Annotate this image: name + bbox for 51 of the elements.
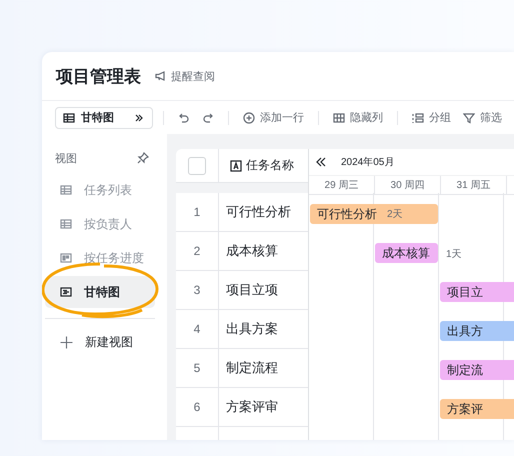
day-header: 29 周三 — [309, 176, 375, 194]
day-header: 31 周五 — [441, 176, 507, 194]
group-icon — [412, 112, 424, 124]
row-number: 2 — [176, 232, 219, 270]
remind-link[interactable]: 提醒查阅 — [155, 68, 215, 84]
table-icon — [60, 184, 72, 196]
gantt-bar[interactable]: 方案评 — [440, 399, 514, 419]
table-icon — [63, 112, 75, 124]
month-label: 2024年05月 — [341, 156, 394, 169]
table-title: 项目管理表 — [56, 66, 141, 88]
gantt-bar[interactable]: 可行性分析 2天 — [310, 204, 438, 224]
toolbar-button[interactable]: 隐藏列 — [329, 110, 387, 125]
table-cell-text: 制定流程 — [225, 359, 279, 377]
table-cell-text: 成本核算 — [225, 242, 279, 260]
table-cell-text: 项目立项 — [225, 281, 279, 299]
gantt-bar[interactable]: 出具方 — [440, 321, 514, 341]
filter-icon — [463, 112, 475, 124]
board-icon — [60, 252, 72, 264]
gantt-bar[interactable]: 项目立 — [440, 282, 514, 302]
select-all-checkbox[interactable] — [188, 156, 206, 174]
text-field-icon — [230, 160, 242, 172]
megaphone-icon — [155, 70, 167, 82]
gantt-icon — [60, 286, 72, 298]
table-cell-text: 方案评审 — [225, 398, 279, 416]
new-view-button[interactable]: 新建视图 — [45, 327, 155, 357]
sidebar-title: 视图 — [55, 152, 77, 166]
row-number: 4 — [176, 310, 219, 348]
column-header[interactable]: 任务名称 — [219, 149, 308, 182]
double-chevron-left-icon[interactable] — [315, 156, 327, 168]
toolbar-button[interactable]: 筛选 — [459, 110, 506, 125]
pin-icon[interactable] — [137, 152, 149, 164]
gantt-bar[interactable]: 制定流 — [440, 360, 514, 380]
day-header: 30 周四 — [375, 176, 441, 194]
gantt-bar[interactable]: 成本核算 — [375, 243, 438, 263]
duration-label: 1天 — [446, 248, 462, 261]
table-cell-text: 出具方案 — [225, 320, 279, 338]
double-chevron-icon — [133, 112, 145, 124]
view-item[interactable]: 甘特图 — [45, 276, 155, 308]
row-number: 3 — [176, 271, 219, 309]
toolbar-button[interactable]: 添加一行 — [239, 110, 308, 125]
row-number: 5 — [176, 349, 219, 387]
row-number: 1 — [176, 193, 219, 231]
columns-icon — [333, 112, 345, 124]
row-number: 6 — [176, 388, 219, 426]
table-cell-text: 可行性分析 — [225, 203, 292, 221]
column-title: 任务名称 — [246, 157, 294, 174]
toolbar-button[interactable]: 分组 — [408, 110, 455, 125]
plus-circle-icon — [243, 112, 255, 124]
view-switch-button[interactable]: 甘特图 — [55, 106, 153, 128]
table-icon — [60, 218, 72, 230]
plus-icon — [60, 336, 73, 348]
